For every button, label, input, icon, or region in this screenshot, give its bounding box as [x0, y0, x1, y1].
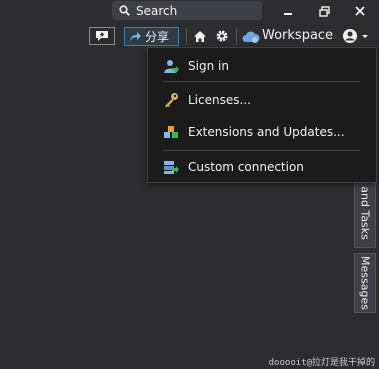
- chevron-down-icon: [361, 34, 368, 38]
- cloud-icon: [242, 31, 260, 43]
- restore-icon: [318, 5, 330, 17]
- menu-item-custom-connection[interactable]: Custom connection: [148, 156, 376, 178]
- menu-item-label: Extensions and Updates...: [188, 125, 345, 139]
- tab-messages[interactable]: Messages: [354, 253, 376, 313]
- user-signin-icon: [164, 60, 179, 73]
- menu-separator: [163, 150, 360, 151]
- server-connection-icon: [164, 161, 179, 174]
- restore-button[interactable]: [307, 0, 341, 22]
- workspace-label[interactable]: Workspace: [262, 28, 333, 43]
- search-icon: [119, 5, 130, 16]
- extensions-icon: [164, 126, 178, 138]
- share-arrow-icon: [130, 32, 141, 41]
- title-bar: Search: [0, 0, 379, 22]
- menu-item-label: Licenses...: [188, 93, 251, 107]
- feedback-chat-icon: [96, 31, 108, 41]
- home-button[interactable]: [192, 28, 208, 44]
- menu-item-licenses[interactable]: Licenses...: [148, 89, 376, 111]
- menu-separator: [163, 81, 360, 82]
- watermark: dooooit@拉灯是我干掉的: [268, 358, 375, 368]
- menu-item-extensions[interactable]: Extensions and Updates...: [148, 121, 376, 143]
- gear-icon: [216, 30, 228, 42]
- minimize-button[interactable]: [271, 0, 305, 22]
- menu-item-label: Custom connection: [188, 160, 304, 174]
- feedback-button[interactable]: [89, 27, 115, 45]
- toolbar-separator: [236, 28, 237, 45]
- share-label: 分享: [145, 30, 170, 44]
- search-placeholder: Search: [136, 3, 178, 18]
- share-button[interactable]: 分享: [124, 27, 179, 46]
- user-account-icon: [342, 29, 357, 43]
- workspace-cloud-button[interactable]: [242, 28, 260, 44]
- menu-item-sign-in[interactable]: Sign in: [148, 55, 376, 77]
- settings-button[interactable]: [214, 28, 230, 44]
- search-box[interactable]: Search: [112, 1, 262, 20]
- home-icon: [194, 30, 206, 42]
- account-dropdown-menu: Sign in Licenses... Extensions and Updat…: [147, 47, 377, 183]
- close-button[interactable]: [343, 0, 377, 22]
- toolbar-separator: [186, 28, 187, 45]
- key-icon: [165, 93, 178, 108]
- menu-item-label: Sign in: [188, 59, 229, 73]
- tab-tasks-label: s and Tasks: [358, 176, 372, 240]
- tab-messages-label: Messages: [358, 256, 372, 310]
- minimize-icon: [284, 13, 292, 15]
- close-icon: [355, 6, 365, 16]
- account-menu-button[interactable]: [341, 28, 369, 44]
